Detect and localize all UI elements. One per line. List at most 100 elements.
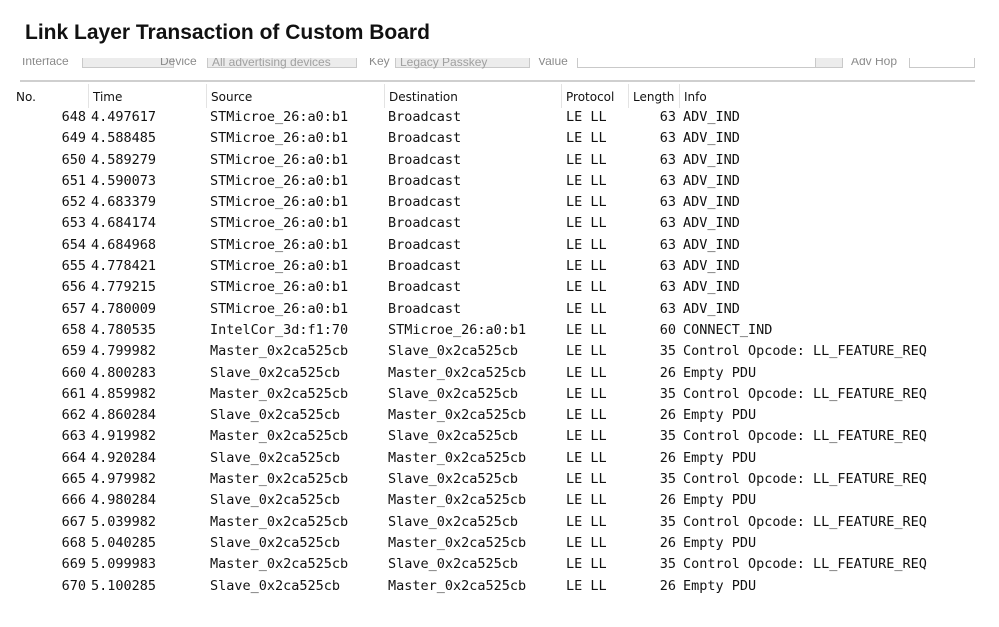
packet-time: 4.778421 [91,258,157,275]
packet-time: 4.589279 [91,151,157,168]
packet-destination: Broadcast [388,151,462,168]
packet-number: 654 [61,236,86,253]
packet-protocol: LE LL [566,492,607,509]
packet-time: 4.780535 [91,321,157,338]
packet-info: ADV_IND [683,236,740,253]
packet-protocol: LE LL [566,109,607,125]
packet-source: Slave_0x2ca525cb [210,492,341,509]
packet-capture-view: Link Layer Transaction of Custom Board I… [0,0,999,627]
table-row[interactable]: 661 4.859982 Master_0x2ca525cb Slave_0x2ca5… [0,384,999,405]
packet-info: Control Opcode: LL_FEATURE_REQ [683,428,927,445]
packet-source: Slave_0x2ca525cb [210,534,341,551]
packet-info: Empty PDU [683,449,757,466]
packet-source: STMicroe_26:a0:b1 [210,258,349,275]
packet-number: 661 [61,385,86,402]
packet-time: 5.099983 [91,556,157,573]
packet-time: 4.684174 [91,215,157,232]
table-row[interactable]: 663 4.919982 Master_0x2ca525cb Slave_0x2ca5… [0,426,999,447]
table-row[interactable]: 670 5.100285 Slave_0x2ca525cb Master_0x2ca5… [0,576,999,597]
packet-source: Slave_0x2ca525cb [210,364,341,381]
packet-source: STMicroe_26:a0:b1 [210,130,349,147]
table-row[interactable]: 655 4.778421 STMicroe_26:a0:b1 Broadcast LE … [0,256,999,277]
packet-info: Control Opcode: LL_FEATURE_REQ [683,471,927,488]
key-select[interactable]: Legacy Passkey [395,58,530,69]
packet-length: 63 [659,300,676,317]
packet-source: STMicroe_26:a0:b1 [210,215,349,232]
packet-info: Control Opcode: LL_FEATURE_REQ [683,556,927,573]
packet-length: 63 [659,215,676,232]
table-row[interactable]: 649 4.588485 STMicroe_26:a0:b1 Broadcast LE … [0,128,999,149]
device-select-value: All advertising devices [212,58,331,69]
packet-source: Master_0x2ca525cb [210,428,349,445]
column-header-destination[interactable]: Destination [385,88,562,106]
value-input[interactable] [577,58,817,68]
packet-destination: Master_0x2ca525cb [388,492,527,509]
packet-source: STMicroe_26:a0:b1 [210,109,349,125]
packet-info: ADV_IND [683,109,740,125]
value-label: Value [538,58,568,68]
column-header-length[interactable]: Length [629,88,680,106]
packet-number: 657 [61,300,86,317]
packet-source: IntelCor_3d:f1:70 [210,321,349,338]
packet-time: 4.859982 [91,385,157,402]
packet-info: Empty PDU [683,364,757,381]
column-header-time[interactable]: Time [89,88,207,106]
packet-time: 4.860284 [91,407,157,424]
table-row[interactable]: 666 4.980284 Slave_0x2ca525cb Master_0x2ca5… [0,490,999,511]
table-row[interactable]: 660 4.800283 Slave_0x2ca525cb Master_0x2ca5… [0,363,999,384]
packet-info: Control Opcode: LL_FEATURE_REQ [683,385,927,402]
table-row[interactable]: 648 4.497617 STMicroe_26:a0:b1 Broadcast LE … [0,107,999,128]
table-row[interactable]: 668 5.040285 Slave_0x2ca525cb Master_0x2ca5… [0,533,999,554]
packet-number: 652 [61,194,86,211]
table-row[interactable]: 667 5.039982 Master_0x2ca525cb Slave_0x2ca5… [0,512,999,533]
packet-source: Slave_0x2ca525cb [210,407,341,424]
packet-destination: Broadcast [388,215,462,232]
table-row[interactable]: 653 4.684174 STMicroe_26:a0:b1 Broadcast LE … [0,213,999,234]
device-select[interactable]: All advertising devices [207,58,357,69]
packet-info: ADV_IND [683,300,740,317]
value-dropdown-button[interactable] [815,58,843,68]
page-title: Link Layer Transaction of Custom Board [25,21,430,44]
packet-number: 656 [61,279,86,296]
packet-protocol: LE LL [566,215,607,232]
table-row[interactable]: 658 4.780535 IntelCor_3d:f1:70 STMicroe_26:… [0,320,999,341]
table-row[interactable]: 669 5.099983 Master_0x2ca525cb Slave_0x2ca5… [0,554,999,575]
packet-destination: Broadcast [388,279,462,296]
column-header-protocol[interactable]: Protocol [562,88,629,106]
table-row[interactable]: 657 4.780009 STMicroe_26:a0:b1 Broadcast LE … [0,299,999,320]
packet-number: 660 [61,364,86,381]
packet-length: 60 [659,321,676,338]
packet-info: Empty PDU [683,577,757,594]
packet-info: CONNECT_IND [683,321,773,338]
packet-length: 35 [659,471,676,488]
table-row[interactable]: 652 4.683379 STMicroe_26:a0:b1 Broadcast LE … [0,192,999,213]
table-row[interactable]: 659 4.799982 Master_0x2ca525cb Slave_0x2ca5… [0,341,999,362]
packet-time: 4.920284 [91,449,157,466]
packet-protocol: LE LL [566,534,607,551]
packet-time: 4.684968 [91,236,157,253]
table-row[interactable]: 662 4.860284 Slave_0x2ca525cb Master_0x2ca5… [0,405,999,426]
packet-destination: STMicroe_26:a0:b1 [388,321,527,338]
packet-time: 4.779215 [91,279,157,296]
packet-destination: Master_0x2ca525cb [388,407,527,424]
packet-source: STMicroe_26:a0:b1 [210,194,349,211]
table-row[interactable]: 656 4.779215 STMicroe_26:a0:b1 Broadcast LE … [0,277,999,298]
key-select-value: Legacy Passkey [400,58,488,69]
table-row[interactable]: 665 4.979982 Master_0x2ca525cb Slave_0x2ca5… [0,469,999,490]
packet-source: Master_0x2ca525cb [210,513,349,530]
packet-protocol: LE LL [566,577,607,594]
interface-label: Interface [22,58,69,68]
packet-source: STMicroe_26:a0:b1 [210,300,349,317]
packet-info: ADV_IND [683,172,740,189]
packet-source: Slave_0x2ca525cb [210,577,341,594]
packet-time: 4.588485 [91,130,157,147]
column-header-no[interactable]: No. [12,88,90,106]
table-row[interactable]: 650 4.589279 STMicroe_26:a0:b1 Broadcast LE … [0,150,999,171]
table-row[interactable]: 651 4.590073 STMicroe_26:a0:b1 Broadcast LE … [0,171,999,192]
column-header-source[interactable]: Source [207,88,384,106]
column-header-info[interactable]: Info [680,88,970,106]
adv-hop-input[interactable] [909,58,975,68]
packet-time: 4.683379 [91,194,157,211]
table-row[interactable]: 664 4.920284 Slave_0x2ca525cb Master_0x2ca5… [0,448,999,469]
table-row[interactable]: 654 4.684968 STMicroe_26:a0:b1 Broadcast LE … [0,235,999,256]
